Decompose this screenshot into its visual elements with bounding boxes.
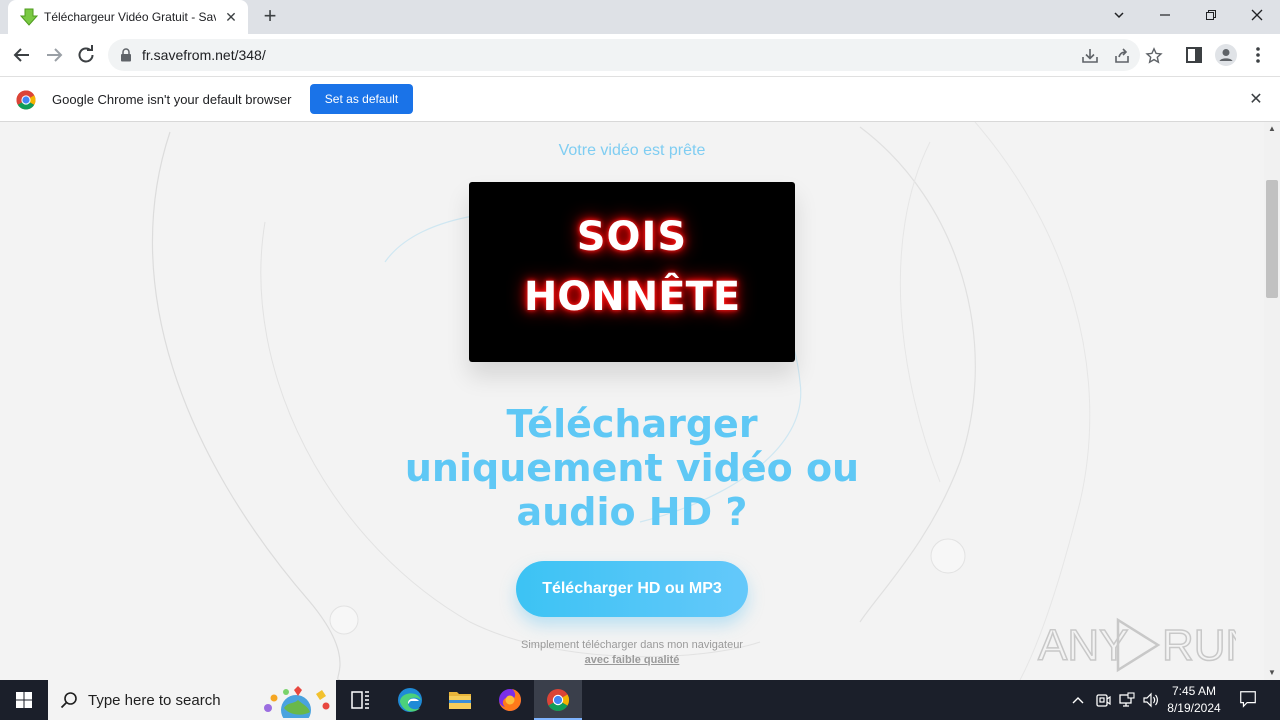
search-highlight-art-icon (264, 686, 330, 718)
infobar-close-icon[interactable]: ✕ (1246, 90, 1266, 110)
page-headline: Télécharger uniquement vidéo ou audio HD… (404, 402, 860, 534)
share-icon[interactable] (1113, 47, 1131, 65)
restore-icon (1206, 10, 1216, 20)
minimize-icon (1160, 14, 1170, 16)
tab-strip: Téléchargeur Vidéo Gratuit - SaveFrom.ne… (0, 0, 1280, 34)
page-scrollbar[interactable]: ▲ ▼ (1264, 122, 1280, 680)
chrome-icon (547, 689, 569, 711)
clock-time: 7:45 AM (1171, 684, 1217, 698)
video-title-line2: HONNÊTE (523, 274, 741, 320)
kebab-menu-icon[interactable] (1246, 43, 1270, 67)
forward-arrow-icon[interactable] (42, 43, 66, 67)
task-view-icon (351, 691, 369, 709)
taskbar-chrome[interactable] (534, 680, 582, 720)
volume-icon[interactable] (1142, 690, 1160, 710)
taskbar-edge[interactable] (386, 680, 434, 720)
video-thumbnail[interactable]: SOIS HONNÊTE (469, 182, 795, 362)
svg-text:ANY: ANY (1038, 621, 1128, 670)
video-ready-text: Votre vidéo est prête (558, 142, 706, 159)
tab-search-button[interactable] (1096, 0, 1142, 30)
taskbar-firefox[interactable] (486, 680, 534, 720)
windows-taskbar: Type here to search 7:45 AM 8/19/2024 (0, 680, 1280, 720)
tab-close-icon[interactable]: ✕ (222, 8, 240, 26)
scroll-down-arrow-icon[interactable]: ▼ (1264, 666, 1280, 680)
side-panel-icon[interactable] (1182, 43, 1206, 67)
taskbar-clock[interactable]: 7:45 AM 8/19/2024 (1160, 683, 1228, 717)
set-as-default-button[interactable]: Set as default (310, 84, 413, 114)
default-browser-infobar: Google Chrome isn't your default browser… (0, 76, 1280, 122)
edge-icon (398, 688, 422, 712)
reload-icon[interactable] (74, 43, 98, 67)
video-title-line1: SOIS (576, 214, 688, 260)
scroll-up-arrow-icon[interactable]: ▲ (1264, 122, 1280, 136)
firefox-icon (499, 689, 521, 711)
tab-title: Téléchargeur Vidéo Gratuit - SaveFrom.ne… (44, 10, 216, 24)
minimize-button[interactable] (1142, 0, 1188, 30)
browser-toolbar: fr.savefrom.net/348/ (0, 34, 1280, 76)
search-placeholder: Type here to search (88, 692, 221, 709)
scrollbar-thumb[interactable] (1266, 180, 1278, 298)
search-icon (60, 692, 77, 709)
download-arrow-icon (20, 8, 38, 26)
close-icon (1251, 9, 1263, 21)
taskbar-search-box[interactable]: Type here to search (48, 680, 336, 720)
window-close-button[interactable] (1234, 0, 1280, 30)
address-bar[interactable]: fr.savefrom.net/348/ (108, 39, 1163, 71)
task-view-button[interactable] (336, 680, 384, 720)
profile-avatar-icon[interactable] (1214, 43, 1238, 67)
taskbar-file-explorer[interactable] (436, 680, 484, 720)
infobar-message: Google Chrome isn't your default browser (52, 92, 292, 107)
chevron-down-icon (1114, 12, 1124, 19)
install-app-icon[interactable] (1081, 47, 1099, 65)
notification-icon[interactable] (1238, 689, 1258, 709)
clock-date: 8/19/2024 (1167, 701, 1221, 715)
page-content: Votre vidéo est prête SOIS HONNÊTE Téléc… (0, 122, 1264, 680)
meet-now-icon[interactable] (1094, 690, 1112, 710)
restore-button[interactable] (1188, 0, 1234, 30)
lock-icon[interactable] (120, 48, 132, 62)
tray-chevron-up-icon[interactable] (1070, 690, 1086, 710)
network-icon[interactable] (1118, 690, 1136, 710)
tab-savefrom[interactable]: Téléchargeur Vidéo Gratuit - SaveFrom.ne… (8, 0, 248, 34)
back-arrow-icon[interactable] (10, 43, 34, 67)
start-button[interactable] (0, 680, 48, 720)
folder-icon (449, 692, 471, 709)
anyrun-watermark-logo: ANY RUN (1037, 617, 1236, 673)
bookmark-star-icon[interactable] (1145, 47, 1163, 65)
url-text[interactable]: fr.savefrom.net/348/ (142, 47, 266, 63)
chrome-logo-icon (16, 90, 36, 110)
svg-text:RUN: RUN (1162, 621, 1236, 670)
windows-logo-icon (16, 692, 32, 708)
new-tab-button[interactable]: + (258, 5, 282, 29)
download-hd-mp3-button[interactable]: Télécharger HD ou MP3 (516, 561, 748, 617)
